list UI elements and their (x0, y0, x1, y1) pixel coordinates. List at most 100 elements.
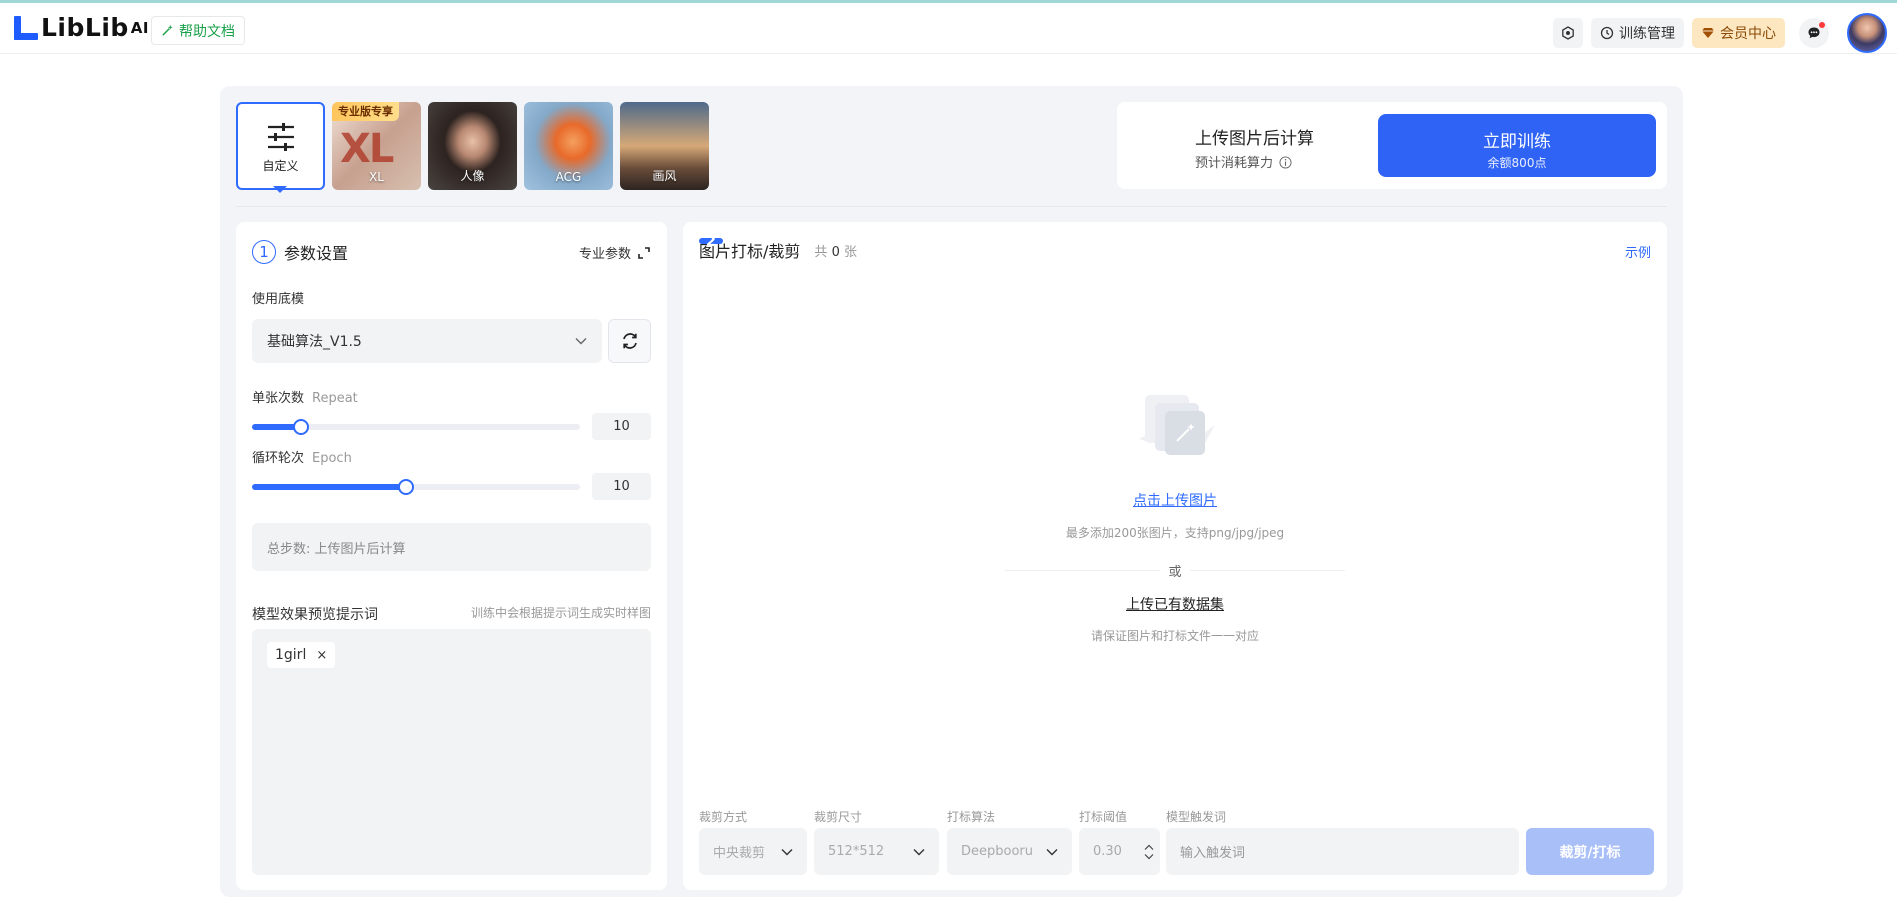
train-manage-button[interactable]: 训练管理 (1591, 18, 1684, 48)
image-count: 共 0 张 (814, 241, 857, 260)
trigger-word-input[interactable]: 输入触发词 (1166, 828, 1519, 875)
or-text: 或 (1160, 565, 1190, 580)
base-model-label: 使用底模 (252, 292, 305, 307)
epoch-en-label: Epoch (312, 451, 352, 466)
selected-preset-caret (273, 186, 287, 193)
base-model-value: 基础算法_V1.5 (267, 334, 362, 350)
crop-mode-select[interactable]: 中央裁剪 (699, 828, 807, 875)
prompt-label: 模型效果预览提示词 (252, 607, 378, 623)
preset-acg[interactable]: ACG (524, 102, 613, 190)
epoch-slider[interactable] (252, 479, 580, 495)
diamond-icon (1702, 28, 1714, 38)
image-count-value: 0 (831, 244, 840, 260)
prompt-tag: 1girl × (267, 642, 336, 668)
preset-acg-label: ACG (555, 170, 582, 184)
pro-params-label: 专业参数 (578, 247, 631, 262)
crop-tag-button[interactable]: 裁剪/打标 (1526, 828, 1654, 875)
threshold-value: 0.30 (1093, 844, 1122, 859)
params-title: 参数设置 (284, 244, 349, 263)
cost-estimate-label: 预计消耗算力 (1195, 156, 1274, 171)
tag-algo-label: 打标算法 (947, 810, 996, 824)
help-docs-label: 帮助文档 (179, 23, 235, 40)
sliders-icon (268, 123, 294, 151)
preset-custom-label: 自定义 (262, 159, 299, 173)
preset-xl-art: XL (340, 126, 394, 172)
params-title-row: 1 参数设置 (252, 240, 348, 264)
upload-images-link[interactable]: 点击上传图片 (683, 490, 1667, 510)
ai-assistant-button[interactable] (1553, 18, 1583, 48)
info-icon[interactable] (1279, 156, 1292, 169)
messages-button[interactable] (1799, 18, 1829, 48)
crop-size-value: 512*512 (828, 844, 885, 859)
images-card: 2 图片打标/裁剪 共 0 张 示例 点击上传图片 最多添加200张图片，支持p… (683, 222, 1667, 890)
preset-art-style-label: 画风 (652, 169, 677, 183)
upload-images-icon (1139, 395, 1215, 455)
image-count-prefix: 共 (814, 244, 828, 260)
pro-exclusive-badge: 专业版专享 (332, 102, 399, 121)
vip-center-button[interactable]: 会员中心 (1692, 18, 1785, 48)
repeat-en-label: Repeat (312, 391, 358, 406)
trigger-word-label: 模型触发词 (1166, 810, 1227, 824)
preset-portrait[interactable]: 人像 (428, 102, 517, 190)
preset-custom[interactable]: 自定义 (236, 102, 325, 190)
balance-label: 余额800点 (1487, 156, 1547, 170)
refresh-model-button[interactable] (608, 319, 651, 363)
epoch-slider-fill (252, 484, 406, 490)
crop-mode-value: 中央裁剪 (713, 846, 766, 861)
chat-bubble-icon (1808, 27, 1820, 39)
tag-algo-value: Deepbooru (961, 844, 1034, 859)
chevron-down-icon[interactable] (1144, 853, 1154, 860)
logo-ai-sup: AI (130, 19, 149, 37)
help-docs-button[interactable]: 帮助文档 (151, 16, 245, 45)
threshold-stepper[interactable]: 0.30 (1079, 828, 1160, 875)
params-card: 1 参数设置 专业参数 使用底模 基础算法_V1.5 单张次数 Repeat 10… (236, 222, 667, 890)
preset-xl[interactable]: XL 专业版专享 XL (332, 102, 421, 190)
epoch-value-input[interactable]: 10 (592, 473, 651, 500)
history-icon (1600, 26, 1614, 40)
total-steps-field: 总步数: 上传图片后计算 (252, 523, 651, 571)
crop-mode-label: 裁剪方式 (699, 810, 748, 824)
section-divider (236, 206, 1667, 207)
repeat-slider[interactable] (252, 419, 580, 435)
preset-list: 自定义 XL 专业版专享 XL 人像 ACG 画风 (236, 102, 709, 190)
chevron-up-icon[interactable] (1144, 844, 1154, 851)
upload-dataset-hint: 请保证图片和打标文件一一对应 (1090, 629, 1259, 643)
epoch-label-row: 循环轮次 Epoch (252, 447, 352, 466)
chevron-down-icon (913, 848, 925, 855)
cost-estimate-subtitle: 预计消耗算力 (1195, 152, 1292, 171)
logo-text: LibLib (41, 13, 129, 42)
preset-art-style[interactable]: 画风 (620, 102, 709, 190)
unread-dot (1819, 22, 1825, 28)
chevron-down-icon (1046, 848, 1058, 855)
wand-icon (162, 24, 173, 36)
header-actions: 训练管理 会员中心 (1553, 13, 1887, 53)
liblib-logo[interactable]: LibLib AI (14, 13, 149, 42)
user-avatar[interactable] (1847, 13, 1887, 53)
images-title-row: 2 图片打标/裁剪 共 0 张 (699, 232, 857, 262)
preset-portrait-label: 人像 (460, 169, 485, 183)
prompt-tags-area[interactable]: 1girl × (252, 629, 651, 875)
crop-size-select[interactable]: 512*512 (814, 828, 939, 875)
expand-icon (638, 246, 650, 259)
base-model-select[interactable]: 基础算法_V1.5 (252, 319, 602, 363)
threshold-label: 打标阈值 (1079, 810, 1128, 824)
or-divider-label: 或 (683, 561, 1667, 580)
epoch-slider-thumb[interactable] (398, 479, 414, 495)
repeat-label: 单张次数 (252, 391, 305, 406)
cost-estimate-title: 上传图片后计算 (1195, 129, 1314, 149)
tag-algo-select[interactable]: Deepbooru (947, 828, 1072, 875)
repeat-label-row: 单张次数 Repeat (252, 387, 358, 406)
pro-params-toggle[interactable]: 专业参数 (579, 243, 651, 262)
prompt-hint: 训练中会根据提示词生成实时样图 (470, 606, 651, 620)
ai-chip-icon (1562, 26, 1574, 40)
logo-mark-icon (14, 16, 38, 40)
image-count-suffix: 张 (843, 244, 857, 260)
step-two-badge: 2 (699, 232, 723, 250)
vip-center-label: 会员中心 (1720, 26, 1776, 42)
upload-dataset-link[interactable]: 上传已有数据集 (683, 594, 1667, 614)
repeat-value-input[interactable]: 10 (592, 413, 651, 440)
repeat-slider-thumb[interactable] (293, 419, 309, 435)
start-training-button[interactable]: 立即训练 余额800点 (1378, 114, 1656, 177)
example-link[interactable]: 示例 (1625, 242, 1651, 261)
tag-close-icon[interactable]: × (316, 648, 327, 663)
